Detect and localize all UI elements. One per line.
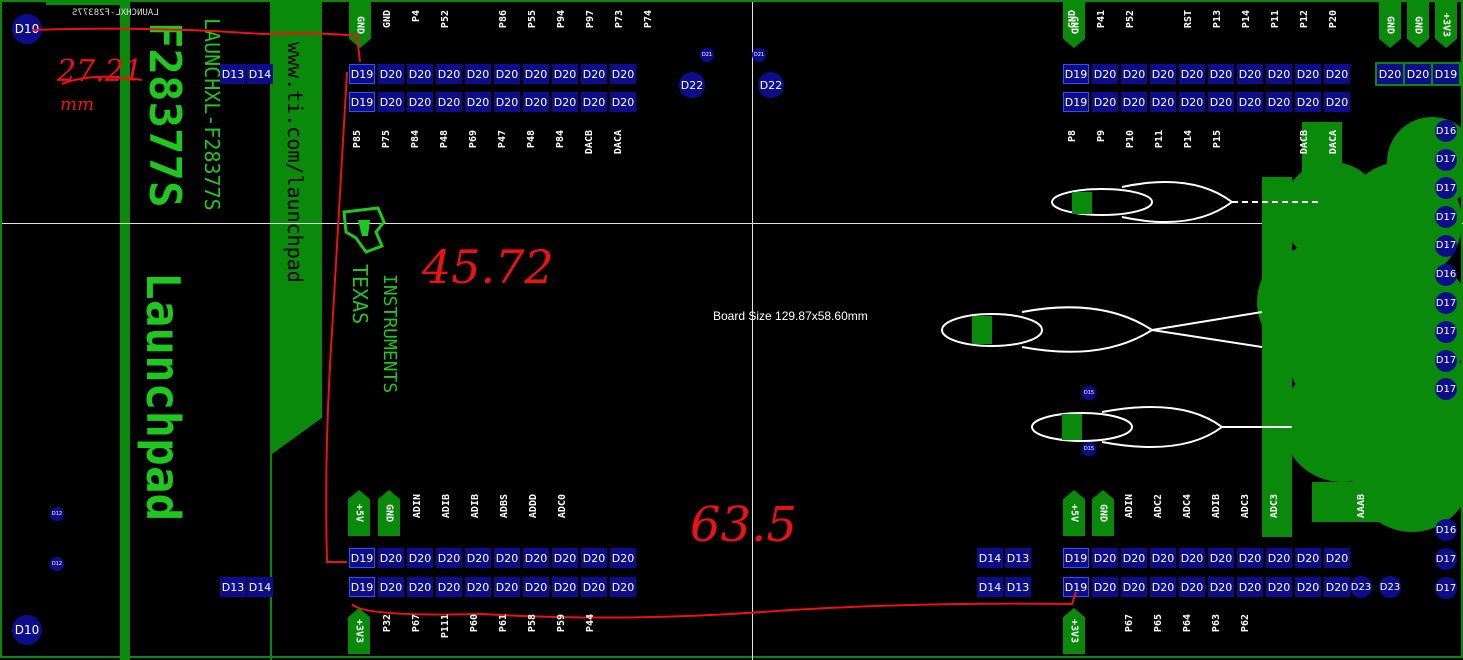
hbl-above-label-2: ADIB [441,494,452,519]
htl-below-label-7: P48 [526,130,537,149]
htr-above-label-10: P20 [1328,10,1339,29]
htr-below-label-4: P11 [1154,130,1165,149]
htl-below-label-2: P75 [381,130,392,149]
hbl-above-label-6: ADC0 [557,494,568,519]
annotation-height: 45.72 [422,240,554,294]
htl-above-label-7: P94 [556,10,567,29]
hbr-below-label-3: P64 [1182,614,1193,633]
htl-below-label-10: DACA [613,130,624,155]
hbr-above-label-1: ADIN [1124,494,1135,519]
hbl-below-label-2: P67 [411,614,422,633]
hbl-below-label-7: P59 [556,614,567,633]
htr-below-label-6: P15 [1212,130,1223,149]
hbr-below-label-4: P63 [1211,614,1222,633]
hbr-below-label-2: P65 [1153,614,1164,633]
htr-below-label-5: P14 [1183,130,1194,149]
hbl-below-label-5: P61 [498,614,509,633]
htl-above-label-5: P86 [498,10,509,29]
hbl-above-label-5: ADDD [528,494,539,519]
htl-above-label-8: P97 [585,10,596,29]
htl-above-label-3: P52 [440,10,451,29]
annotation-width-unit: mm [60,94,95,115]
hbr-above-label-4: ADIB [1211,494,1222,519]
htr-above-label-6: P13 [1212,10,1223,29]
htl-above-label-2: P4 [411,10,422,23]
htl-below-label-6: P47 [497,130,508,149]
htl-below-label-8: P84 [555,130,566,149]
hbr-above-label-3: ADC4 [1182,494,1193,519]
hbl-below-label-3: P111 [440,614,451,639]
htr-below-label-10: DACA [1328,130,1339,155]
pcb-board-canvas: Launchpad F28377S LAUNCHXL-F28377S www.t… [0,0,1463,660]
hbr-above-label-5: ADC3 [1240,494,1251,519]
red-measure-lines [31,27,1077,619]
hbr-below-label-5: P62 [1240,614,1251,633]
htr-above-label-7: P14 [1241,10,1252,29]
htl-below-label-3: P84 [410,130,421,149]
htl-below-label-9: DACB [584,130,595,155]
hbr-above-label-2: ADC2 [1153,494,1164,519]
htr-above-label-9: P12 [1299,10,1310,29]
hbr-above-label-9: AAAB [1356,494,1367,519]
hbr-below-label-1: P67 [1124,614,1135,633]
htr-below-label-2: P9 [1096,130,1107,143]
htr-above-label-8: P11 [1270,10,1281,29]
hbl-above-label-3: ADIB [470,494,481,519]
htr-above-label-1: GND [1067,10,1078,29]
hbl-above-label-1: ADIN [412,494,423,519]
hbl-below-label-8: P44 [585,614,596,633]
htr-below-label-9: DACB [1299,130,1310,155]
annotation-length: 63.5 [690,497,797,553]
htl-below-label-5: P69 [468,130,479,149]
hbl-below-label-6: P58 [527,614,538,633]
htl-below-label-4: P48 [439,130,450,149]
htr-above-label-5: RST [1183,10,1194,29]
htr-above-label-3: P52 [1125,10,1136,29]
htl-above-label-10: P74 [643,10,654,29]
hbl-above-label-4: ADBS [499,494,510,519]
htr-above-label-2: P41 [1096,10,1107,29]
htr-below-label-3: P10 [1125,130,1136,149]
hbl-below-label-4: P60 [469,614,480,633]
htl-below-label-1: P85 [352,130,363,149]
htr-below-label-1: P8 [1067,130,1078,143]
hbl-below-label-1: P32 [382,614,393,633]
htl-above-label-1: GND [382,10,393,29]
htl-above-label-6: P55 [527,10,538,29]
htl-above-label-9: P73 [614,10,625,29]
hbr-above-label-6: ADC3 [1269,494,1280,519]
annotation-width: 27.21 [57,54,143,89]
